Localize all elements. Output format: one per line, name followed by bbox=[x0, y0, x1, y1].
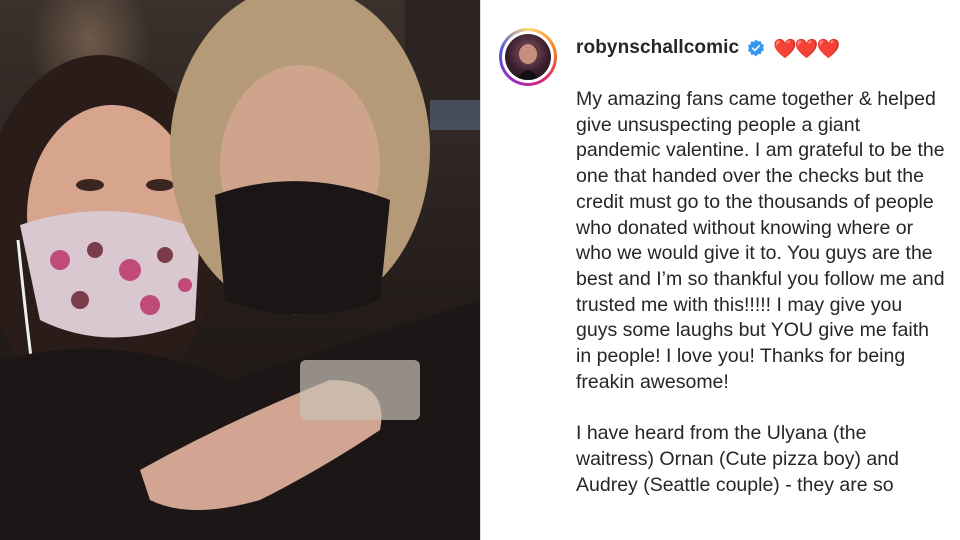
avatar-photo bbox=[505, 34, 551, 80]
profile-avatar[interactable] bbox=[499, 28, 557, 86]
post-photo bbox=[0, 0, 480, 540]
caption-paragraph: I have heard from the Ulyana (the waitre… bbox=[576, 422, 899, 496]
caption-paragraph: My amazing fans came together & helped g… bbox=[576, 88, 945, 393]
username-link[interactable]: robynschallcomic bbox=[576, 37, 739, 59]
hearts-emoji: ❤️❤️❤️ bbox=[773, 37, 840, 60]
post-caption: My amazing fans came together & helped g… bbox=[576, 87, 946, 498]
post-media[interactable] bbox=[0, 0, 480, 540]
verified-badge-icon bbox=[748, 39, 765, 57]
post-header: robynschallcomic ❤️❤️❤️ bbox=[576, 35, 840, 61]
